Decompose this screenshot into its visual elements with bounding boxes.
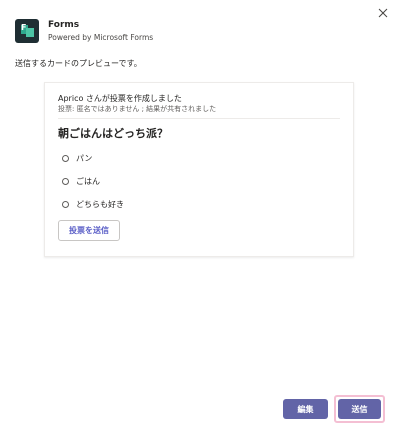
poll-creator-text: Aprico さんが投票を作成しました <box>58 94 182 103</box>
send-button-highlight: 送信 <box>334 395 385 423</box>
forms-app-icon: F <box>15 19 39 43</box>
submit-vote-button[interactable]: 投票を送信 <box>58 220 120 241</box>
poll-option-label: ごはん <box>76 177 100 186</box>
poll-options: パン ごはん どちらも好き <box>58 147 340 216</box>
send-button[interactable]: 送信 <box>338 399 381 419</box>
preview-label: 送信するカードのプレビューです。 <box>15 59 142 68</box>
card-divider <box>58 118 340 119</box>
poll-option[interactable]: どちらも好き <box>58 193 340 216</box>
poll-settings-text: 投票: 匿名ではありません ; 結果が共有されました <box>58 105 217 113</box>
edit-button[interactable]: 編集 <box>283 399 328 419</box>
poll-option-label: どちらも好き <box>76 200 124 209</box>
radio-button[interactable] <box>62 178 69 185</box>
close-icon[interactable] <box>376 6 390 20</box>
app-title: Forms <box>48 20 80 30</box>
close-button[interactable] <box>376 6 390 20</box>
footer-actions: 編集 送信 <box>283 395 385 423</box>
radio-button[interactable] <box>62 155 69 162</box>
poll-question: 朝ごはんはどっち派？ <box>58 127 168 140</box>
poll-card: Aprico さんが投票を作成しました 投票: 匿名ではありません ; 結果が共… <box>44 82 354 257</box>
app-icon-letter: F <box>21 23 27 32</box>
poll-option[interactable]: ごはん <box>58 170 340 193</box>
app-header: F Forms Powered by Microsoft Forms <box>15 19 153 43</box>
poll-option[interactable]: パン <box>58 147 340 170</box>
poll-option-label: パン <box>76 154 93 163</box>
app-subtitle: Powered by Microsoft Forms <box>48 33 154 42</box>
radio-button[interactable] <box>62 201 69 208</box>
